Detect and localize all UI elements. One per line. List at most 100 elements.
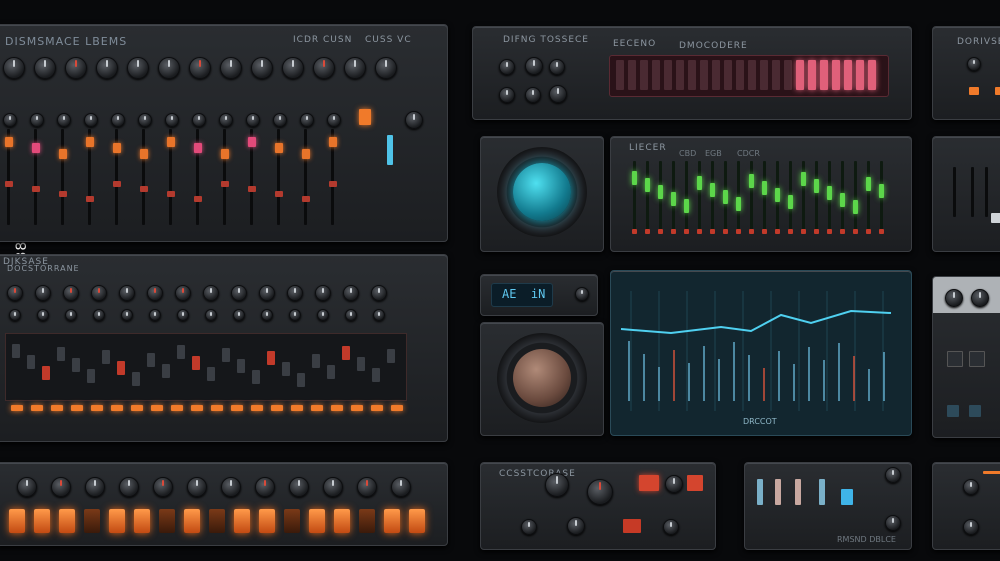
sequencer-slider[interactable]: [252, 370, 260, 384]
bottom-mid-knob-4[interactable]: [521, 519, 537, 535]
pad-knob[interactable]: [85, 477, 105, 497]
mixer-small-knob[interactable]: [327, 113, 341, 127]
mixer-knob[interactable]: [220, 57, 242, 79]
mixer-knob[interactable]: [251, 57, 273, 79]
mixer-knob[interactable]: [34, 57, 56, 79]
pad-knob[interactable]: [17, 477, 37, 497]
right-lower-button-3[interactable]: [947, 405, 959, 417]
sequencer-slider[interactable]: [237, 359, 245, 373]
sequencer-knob[interactable]: [91, 285, 107, 301]
sequencer-knob[interactable]: [203, 285, 219, 301]
mixer-small-knob[interactable]: [192, 113, 206, 127]
sequencer-slider[interactable]: [12, 344, 20, 358]
green-fader-track[interactable]: [815, 161, 818, 231]
sequencer-knob[interactable]: [119, 285, 135, 301]
bottom-mid-knob-2[interactable]: [587, 479, 613, 505]
sequencer-knob[interactable]: [147, 285, 163, 301]
mixer-fader-cap[interactable]: [166, 137, 175, 147]
pad-knob[interactable]: [289, 477, 309, 497]
bottom-mid-knob-3[interactable]: [665, 475, 683, 493]
sequencer-knob-small[interactable]: [317, 309, 329, 321]
pad-knob[interactable]: [357, 477, 377, 497]
green-fader-track[interactable]: [646, 161, 649, 231]
green-fader-track[interactable]: [854, 161, 857, 231]
mixer-knob[interactable]: [344, 57, 366, 79]
sequencer-knob-small[interactable]: [9, 309, 21, 321]
mixer-fader-cap-low[interactable]: [166, 191, 175, 197]
sequencer-slider[interactable]: [207, 367, 215, 381]
pad-button[interactable]: [309, 509, 325, 533]
sequencer-slider[interactable]: [372, 368, 380, 382]
pad-button[interactable]: [284, 509, 300, 533]
sequencer-slider[interactable]: [117, 361, 125, 375]
sequencer-slider[interactable]: [312, 354, 320, 368]
bottom-right-slider-1[interactable]: [757, 479, 763, 505]
sequencer-knob[interactable]: [343, 285, 359, 301]
mixer-small-knob[interactable]: [273, 113, 287, 127]
pad-button[interactable]: [84, 509, 100, 533]
sequencer-slider[interactable]: [147, 353, 155, 367]
pad-knob[interactable]: [221, 477, 241, 497]
sequencer-knob-small[interactable]: [149, 309, 161, 321]
pad-knob[interactable]: [119, 477, 139, 497]
bottom-mid-red-button-1[interactable]: [639, 475, 659, 491]
sequencer-knob[interactable]: [259, 285, 275, 301]
mixer-fader-cap[interactable]: [220, 149, 229, 159]
mixer-fader-cap-low[interactable]: [220, 181, 229, 187]
mixer-fader-cap[interactable]: [328, 137, 337, 147]
sequencer-knob[interactable]: [371, 285, 387, 301]
sequencer-slider[interactable]: [27, 355, 35, 369]
pad-button[interactable]: [384, 509, 400, 533]
mixer-knob[interactable]: [375, 57, 397, 79]
sequencer-slider[interactable]: [192, 356, 200, 370]
bottom-mid-red-button-3[interactable]: [623, 519, 641, 533]
sequencer-slider[interactable]: [297, 373, 305, 387]
eq-knob-4[interactable]: [499, 87, 515, 103]
mixer-fader-cap[interactable]: [85, 137, 94, 147]
right-mid-white-button[interactable]: [991, 213, 1000, 223]
eq-knob-3[interactable]: [549, 59, 565, 75]
green-fader-cap[interactable]: [866, 177, 871, 191]
sequencer-knob-small[interactable]: [65, 309, 77, 321]
bottom-mid-knob-6[interactable]: [663, 519, 679, 535]
mixer-fader-track[interactable]: [304, 129, 307, 225]
mixer-knob[interactable]: [158, 57, 180, 79]
sequencer-knob-small[interactable]: [93, 309, 105, 321]
eq-knob-2[interactable]: [525, 57, 543, 75]
right-mid-fader-2[interactable]: [971, 167, 974, 217]
sequencer-knob-small[interactable]: [233, 309, 245, 321]
green-fader-track[interactable]: [685, 161, 688, 231]
green-fader-cap[interactable]: [684, 199, 689, 213]
mixer-knob[interactable]: [282, 57, 304, 79]
sequencer-knob[interactable]: [315, 285, 331, 301]
pad-knob[interactable]: [391, 477, 411, 497]
mixer-fader-cap-low[interactable]: [31, 186, 40, 192]
sequencer-knob-small[interactable]: [205, 309, 217, 321]
mixer-knob[interactable]: [96, 57, 118, 79]
sequencer-slider[interactable]: [327, 365, 335, 379]
mixer-fader-cap-low[interactable]: [112, 181, 121, 187]
mixer-small-knob[interactable]: [111, 113, 125, 127]
mixer-fader-track[interactable]: [223, 129, 226, 225]
mixer-fader-cap[interactable]: [301, 149, 310, 159]
green-fader-cap[interactable]: [801, 172, 806, 186]
eq-knob-5[interactable]: [525, 87, 541, 103]
mixer-fader-cap[interactable]: [139, 149, 148, 159]
far-right-knob-1[interactable]: [963, 479, 979, 495]
mixer-fader-cap-low[interactable]: [193, 196, 202, 202]
bottom-right-slider-2[interactable]: [775, 479, 781, 505]
pad-button[interactable]: [259, 509, 275, 533]
green-fader-cap[interactable]: [697, 176, 702, 190]
pad-knob[interactable]: [51, 477, 71, 497]
mixer-fader-cap[interactable]: [4, 137, 13, 147]
right-lower-knob-1[interactable]: [945, 289, 963, 307]
pad-button[interactable]: [359, 509, 375, 533]
pad-knob[interactable]: [153, 477, 173, 497]
sequencer-knob-small[interactable]: [345, 309, 357, 321]
sequencer-slider[interactable]: [102, 350, 110, 364]
green-fader-cap[interactable]: [788, 195, 793, 209]
green-fader-track[interactable]: [867, 161, 870, 231]
sequencer-knob-small[interactable]: [373, 309, 385, 321]
sequencer-slider[interactable]: [132, 372, 140, 386]
pad-button[interactable]: [109, 509, 125, 533]
